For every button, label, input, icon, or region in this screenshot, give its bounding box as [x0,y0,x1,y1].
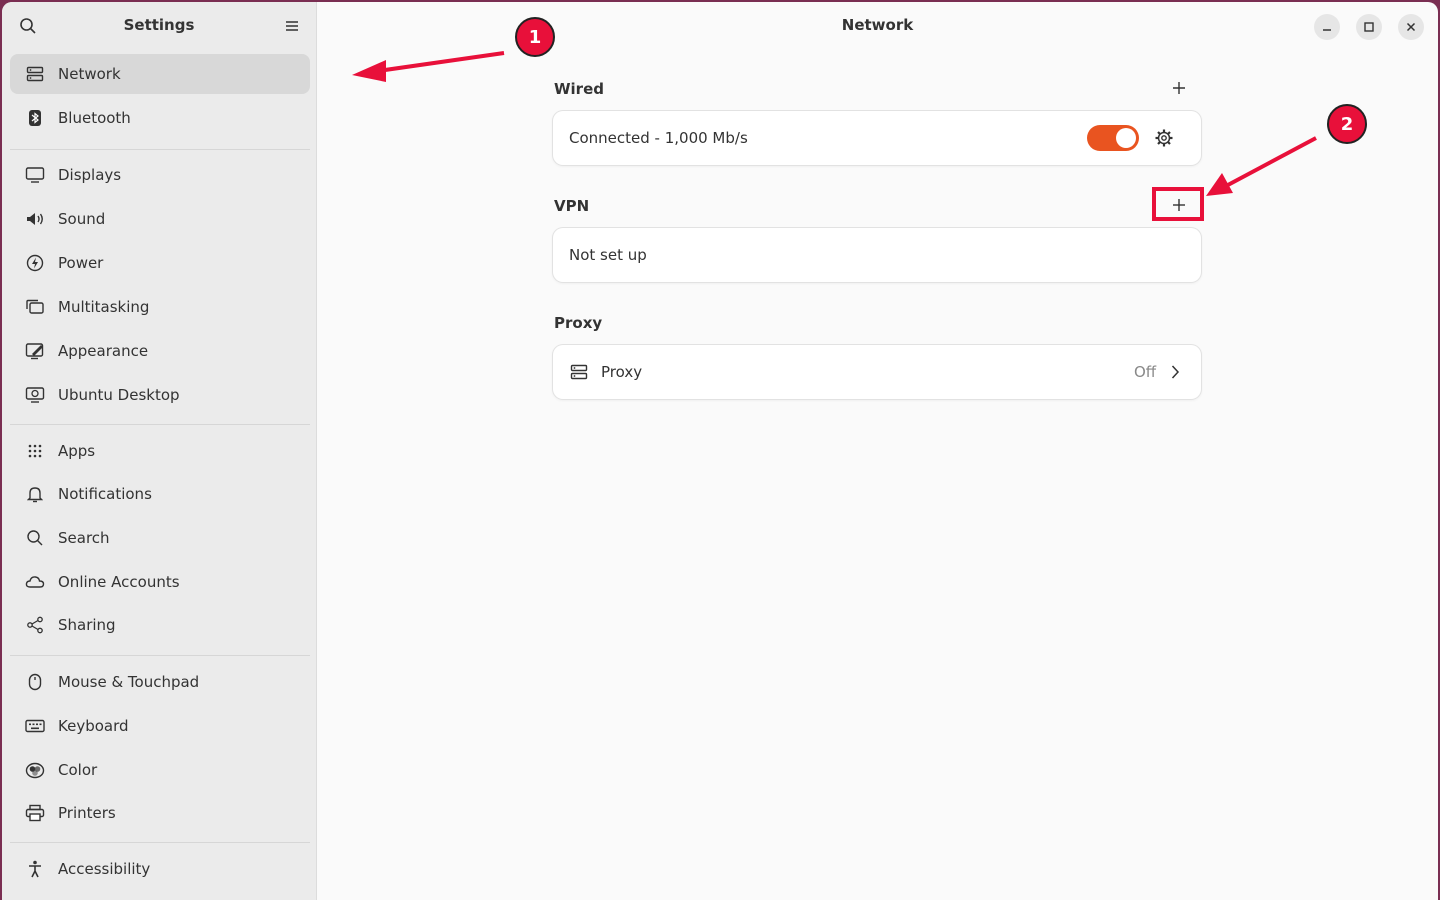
sidebar-item-label: Notifications [58,485,152,503]
sidebar-item-printers[interactable]: Printers [10,793,310,833]
sidebar-item-label: Network [58,65,121,83]
add-wired-button[interactable] [1165,74,1193,102]
mouse-icon [25,672,45,692]
page-title: Network [841,16,914,34]
sidebar-item-sound[interactable]: Sound [10,199,310,239]
sidebar-item-label: Search [58,529,110,547]
maximize-icon [1364,22,1374,32]
sidebar-item-keyboard[interactable]: Keyboard [10,706,310,746]
close-icon [1406,22,1416,32]
apps-grid-icon [25,441,45,461]
sidebar-item-sharing[interactable]: Sharing [10,605,310,645]
sidebar-divider [10,842,310,843]
sidebar-item-label: Sound [58,210,106,228]
sidebar-item-color[interactable]: Color [10,750,310,790]
sidebar-item-appearance[interactable]: Appearance [10,331,310,371]
sidebar-item-search[interactable]: Search [10,518,310,558]
sidebar-item-notifications[interactable]: Notifications [10,474,310,514]
main-menu-button[interactable] [280,14,304,38]
close-button[interactable] [1398,14,1424,40]
search-icon [25,528,45,548]
sidebar-item-label: Color [58,761,98,779]
sidebar-item-label: Displays [58,166,122,184]
bell-icon [25,484,45,504]
color-icon [25,760,45,780]
cloud-icon [25,572,45,592]
sidebar-item-bluetooth[interactable]: Bluetooth [10,98,310,138]
bluetooth-icon [25,108,45,128]
sidebar-item-network[interactable]: Network [10,54,310,94]
sidebar-item-mouse-touchpad[interactable]: Mouse & Touchpad [10,662,310,702]
appearance-icon [25,341,45,361]
ubuntu-desktop-icon [25,385,45,405]
sidebar-title: Settings [123,16,195,34]
sidebar-item-apps[interactable]: Apps [10,431,310,471]
wired-status: Connected - 1,000 Mb/s [569,129,748,147]
annotation-highlight-box [1152,187,1204,221]
power-icon [25,253,45,273]
sidebar-item-label: Keyboard [58,717,129,735]
sidebar-item-label: Apps [58,442,96,460]
maximize-button[interactable] [1356,14,1382,40]
network-icon [569,362,589,382]
display-icon [25,165,45,185]
minimize-button[interactable] [1314,14,1340,40]
sidebar-item-label: Bluetooth [58,109,131,127]
speaker-icon [25,209,45,229]
multitasking-icon [25,297,45,317]
annotation-badge-2: 2 [1327,104,1367,144]
proxy-row[interactable]: Proxy Off [553,345,1201,399]
sidebar-item-label: Power [58,254,104,272]
plus-icon [1173,82,1185,94]
keyboard-icon [25,716,45,736]
wired-section-label: Wired [554,80,604,98]
sidebar: Settings Network Bluetooth Displays Soun… [2,2,317,900]
sidebar-item-ubuntu-desktop[interactable]: Ubuntu Desktop [10,375,310,415]
proxy-section-label: Proxy [554,314,603,332]
sidebar-item-label: Appearance [58,342,149,360]
sidebar-divider [10,424,310,425]
vpn-row: Not set up [553,228,1201,282]
sidebar-item-online-accounts[interactable]: Online Accounts [10,562,310,602]
chevron-right-icon [1167,362,1183,382]
gear-icon [1155,129,1173,147]
sidebar-item-label: Accessibility [58,860,151,878]
minimize-icon [1323,29,1331,31]
settings-window: Settings Network Bluetooth Displays Soun… [2,2,1438,900]
sidebar-item-label: Printers [58,804,116,822]
vpn-section-label: VPN [554,197,590,215]
sidebar-item-label: Multitasking [58,298,150,316]
share-icon [25,615,45,635]
hamburger-menu-icon [286,21,298,31]
sidebar-item-label: Online Accounts [58,573,180,591]
sidebar-item-label: Ubuntu Desktop [58,386,180,404]
sidebar-item-multitasking[interactable]: Multitasking [10,287,310,327]
sidebar-divider [10,655,310,656]
sidebar-header: Settings [2,2,316,48]
wired-settings-button[interactable] [1153,127,1175,149]
wired-connection-row: Connected - 1,000 Mb/s [553,111,1201,165]
proxy-status: Off [1134,363,1157,381]
sidebar-divider [10,149,310,150]
annotation-badge-1: 1 [515,17,555,57]
sidebar-item-power[interactable]: Power [10,243,310,283]
sidebar-item-label: Sharing [58,616,116,634]
toggle-knob [1116,128,1136,148]
main-panel: Network Wired Connected - 1,000 Mb/s VPN [317,2,1438,900]
sidebar-item-label: Mouse & Touchpad [58,673,200,691]
sidebar-item-accessibility[interactable]: Accessibility [10,849,310,889]
network-icon [25,64,45,84]
wired-toggle[interactable] [1087,125,1139,151]
accessibility-icon [25,859,45,879]
printer-icon [25,803,45,823]
vpn-status: Not set up [569,246,647,264]
sidebar-item-displays[interactable]: Displays [10,155,310,195]
proxy-label: Proxy [601,363,643,381]
